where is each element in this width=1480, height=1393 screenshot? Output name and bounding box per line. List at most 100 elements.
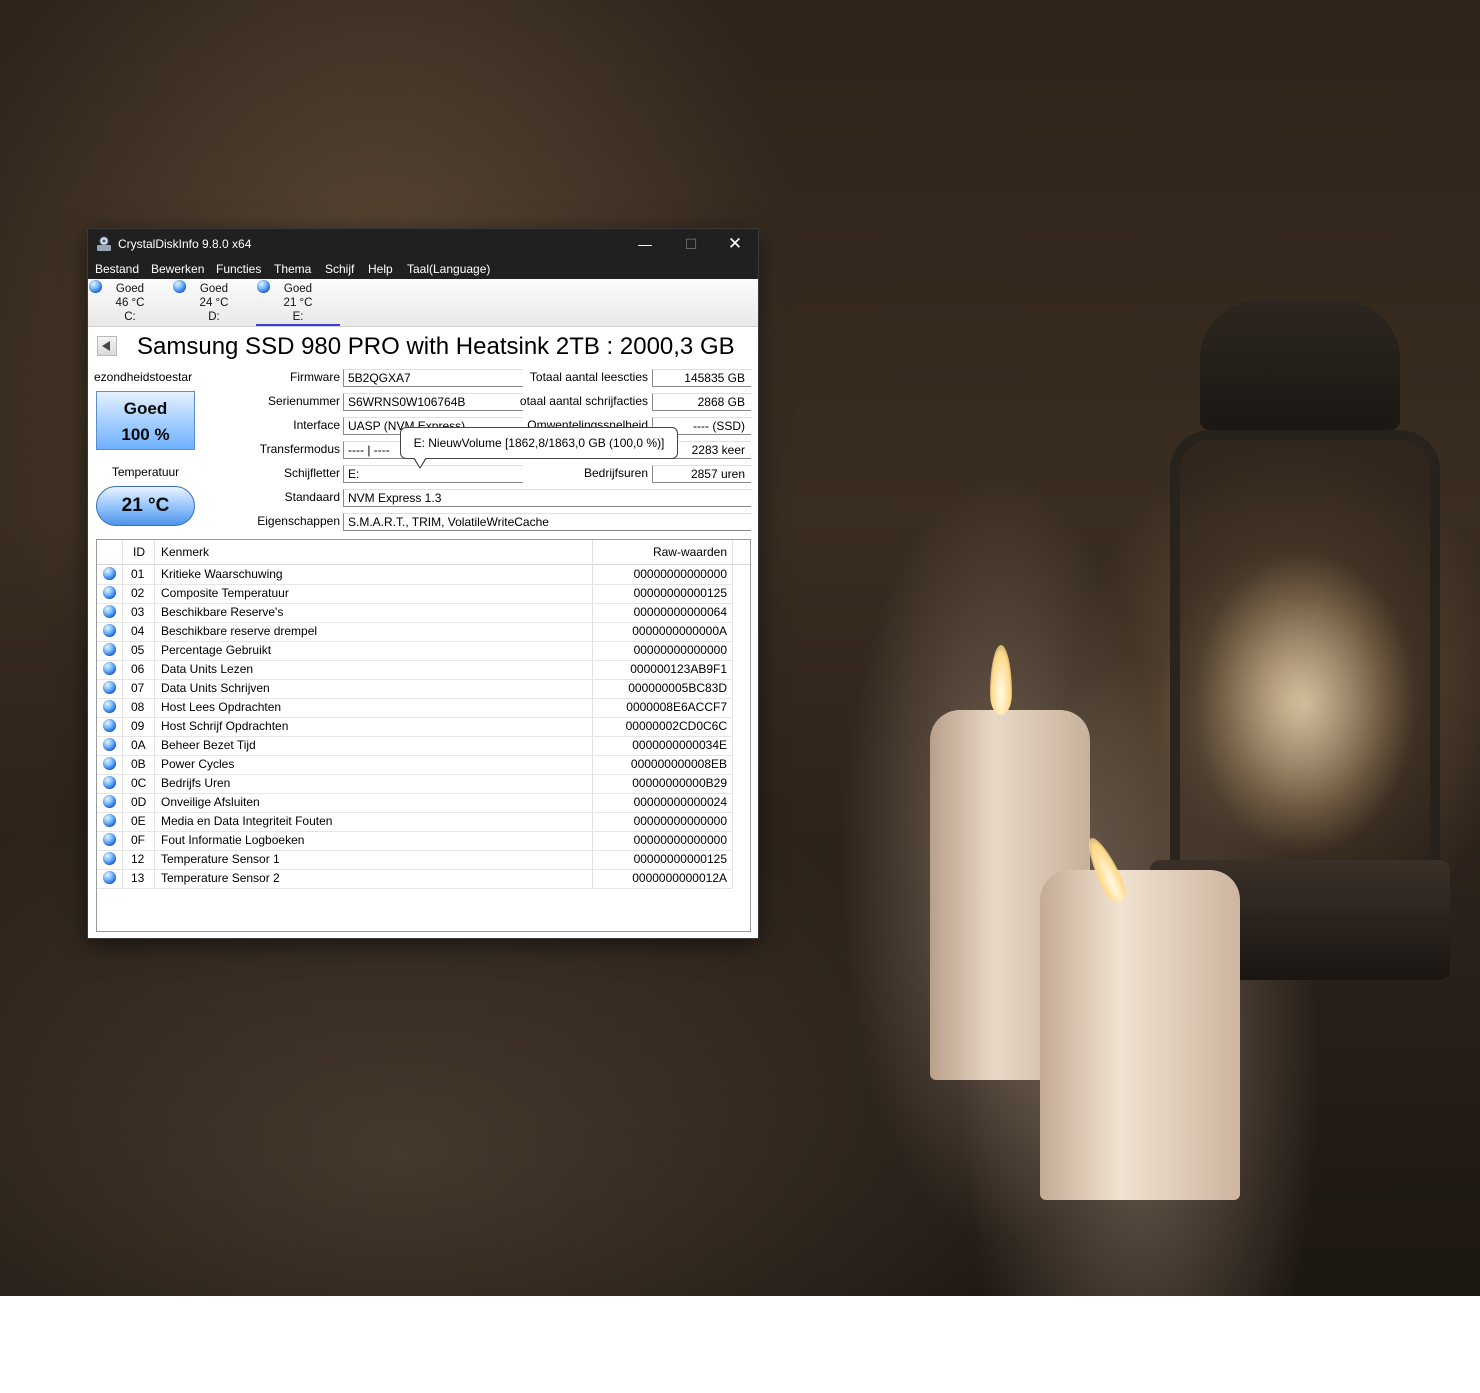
row-attribute: Beschikbare reserve drempel xyxy=(161,624,318,638)
menu-bar: Bestand Bewerken Functies Thema Schijf H… xyxy=(88,259,758,279)
maximize-button[interactable]: ☐ xyxy=(668,229,714,259)
row-id: 08 xyxy=(131,700,145,714)
drive-temperature: 21 °C xyxy=(283,297,313,309)
column-header-raw-values[interactable]: Raw-waarden xyxy=(593,545,727,559)
row-id: 0D xyxy=(131,795,147,809)
features-label: Eigenschappen xyxy=(257,514,340,528)
menu-taal-language[interactable]: Taal(Language) xyxy=(407,262,490,276)
table-row[interactable]: 07 Data Units Schrijven 000000005BC83D xyxy=(97,679,733,699)
status-ball-icon xyxy=(103,871,116,884)
row-attribute: Onveilige Afsluiten xyxy=(161,795,260,809)
column-header-id[interactable]: ID xyxy=(133,545,145,559)
row-raw-value: 00000000000000 xyxy=(633,643,727,657)
temperature-button[interactable]: 21 °C xyxy=(96,486,195,526)
row-attribute: Host Lees Opdrachten xyxy=(161,700,282,714)
drive-tab-c[interactable]: Goed 46 °C C: xyxy=(88,279,172,326)
table-row[interactable]: 04 Beschikbare reserve drempel 00000000000… xyxy=(97,622,733,642)
table-row[interactable]: 03 Beschikbare Reserve's 00000000000064 xyxy=(97,603,733,623)
menu-schijf[interactable]: Schijf xyxy=(325,262,354,276)
row-raw-value: 0000008E6ACCF7 xyxy=(626,700,727,714)
tooltip-tail-fill xyxy=(414,457,426,467)
row-attribute: Kritieke Waarschuwing xyxy=(161,567,283,581)
row-id: 07 xyxy=(131,681,145,695)
row-raw-value: 000000123AB9F1 xyxy=(630,662,727,676)
row-attribute: Data Units Schrijven xyxy=(161,681,270,695)
drive-tab-e[interactable]: Goed 21 °C E: xyxy=(256,279,340,326)
table-row[interactable]: 06 Data Units Lezen 000000123AB9F1 xyxy=(97,660,733,680)
row-attribute: Beheer Bezet Tijd xyxy=(161,738,256,752)
row-attribute: Power Cycles xyxy=(161,757,235,771)
total-reads-label: Totaal aantal leescties xyxy=(529,370,648,384)
row-attribute: Data Units Lezen xyxy=(161,662,254,676)
row-attribute: Temperature Sensor 2 xyxy=(161,871,280,885)
firmware-value: 5B2QGXA7 xyxy=(343,369,523,387)
row-id: 0E xyxy=(131,814,146,828)
drive-letter-value: E: xyxy=(343,465,523,483)
drive-status: Goed xyxy=(199,283,229,295)
table-row[interactable]: 02 Composite Temperatuur 00000000000125 xyxy=(97,584,733,604)
row-raw-value: 000000005BC83D xyxy=(628,681,727,695)
row-raw-value: 00000000000125 xyxy=(633,852,727,866)
health-status-button[interactable]: Goed 100 % xyxy=(96,391,195,450)
status-ball-icon xyxy=(103,814,116,827)
menu-thema[interactable]: Thema xyxy=(274,262,311,276)
drive-letter: C: xyxy=(124,311,136,323)
row-attribute: Host Schrijf Opdrachten xyxy=(161,719,289,733)
temperature-label: Temperatuur xyxy=(111,465,180,479)
column-header-attribute[interactable]: Kenmerk xyxy=(161,545,209,559)
table-row[interactable]: 0F Fout Informatie Logboeken 0000000000000… xyxy=(97,831,733,851)
drive-temperature: 46 °C xyxy=(115,297,145,309)
smart-attributes-table[interactable]: ID Kenmerk Raw-waarden 01 Kritieke Waarsc… xyxy=(96,539,751,932)
table-row[interactable]: 0E Media en Data Integriteit Fouten 000000… xyxy=(97,812,733,832)
power-on-hours-value: 2857 uren xyxy=(652,465,751,483)
table-row[interactable]: 01 Kritieke Waarschuwing 00000000000000 xyxy=(97,565,733,585)
table-row[interactable]: 13 Temperature Sensor 2 0000000000012A xyxy=(97,869,733,889)
table-row[interactable]: 05 Percentage Gebruikt 00000000000000 xyxy=(97,641,733,661)
active-tab-indicator xyxy=(256,324,340,326)
wallpaper-flame-left xyxy=(990,645,1012,715)
row-raw-value: 00000000000000 xyxy=(633,814,727,828)
crystaldiskinfo-icon xyxy=(97,236,111,251)
title-bar[interactable]: CrystalDiskInfo 9.8.0 x64 — ☐ ✕ xyxy=(88,229,758,259)
drive-selector-bar: Goed 46 °C C: Goed 24 °C D: Goed 21 °C E… xyxy=(88,279,758,327)
status-ball-icon xyxy=(103,605,116,618)
drive-status: Goed xyxy=(283,283,313,295)
desktop-empty-area xyxy=(0,1296,1480,1393)
total-writes-value: 2868 GB xyxy=(652,393,751,411)
status-ball-icon xyxy=(103,757,116,770)
power-on-hours-label: Bedrijfsuren xyxy=(583,466,648,480)
row-id: 04 xyxy=(131,624,145,638)
disk-model-title: Samsung SSD 980 PRO with Heatsink 2TB : … xyxy=(137,333,735,360)
table-row[interactable]: 0C Bedrijfs Uren 00000000000B29 xyxy=(97,774,733,794)
drive-letter-label: Schijfletter xyxy=(283,466,340,480)
menu-bestand[interactable]: Bestand xyxy=(95,262,139,276)
menu-help[interactable]: Help xyxy=(368,262,393,276)
status-ball-icon xyxy=(103,681,116,694)
table-row[interactable]: 0B Power Cycles 000000000008EB xyxy=(97,755,733,775)
close-button[interactable]: ✕ xyxy=(712,229,758,259)
row-raw-value: 00000000000000 xyxy=(633,567,727,581)
row-id: 0C xyxy=(131,776,147,790)
row-raw-value: 00000000000064 xyxy=(633,605,727,619)
row-raw-value: 0000000000000A xyxy=(632,624,727,638)
row-id: 0A xyxy=(131,738,146,752)
health-status-value: Goed xyxy=(123,399,168,418)
serial-value: S6WRNS0W106764B xyxy=(343,393,523,411)
status-ball-icon xyxy=(103,567,116,580)
row-attribute: Fout Informatie Logboeken xyxy=(161,833,305,847)
menu-bewerken[interactable]: Bewerken xyxy=(151,262,204,276)
table-row[interactable]: 0D Onveilige Afsluiten 00000000000024 xyxy=(97,793,733,813)
table-row[interactable]: 09 Host Schrijf Opdrachten 00000002CD0C6C xyxy=(97,717,733,737)
drive-tab-d[interactable]: Goed 24 °C D: xyxy=(172,279,256,326)
row-raw-value: 000000000008EB xyxy=(630,757,727,771)
status-ball-icon xyxy=(103,795,116,808)
table-row[interactable]: 12 Temperature Sensor 1 00000000000125 xyxy=(97,850,733,870)
minimize-button[interactable]: — xyxy=(622,229,668,259)
menu-functies[interactable]: Functies xyxy=(216,262,261,276)
table-row[interactable]: 08 Host Lees Opdrachten 0000008E6ACCF7 xyxy=(97,698,733,718)
status-ball-icon xyxy=(103,643,116,656)
row-raw-value: 00000000000024 xyxy=(633,795,727,809)
table-row[interactable]: 0A Beheer Bezet Tijd 0000000000034E xyxy=(97,736,733,756)
previous-drive-button[interactable] xyxy=(97,336,117,356)
total-writes-label: otaal aantal schrijfacties xyxy=(519,394,648,408)
